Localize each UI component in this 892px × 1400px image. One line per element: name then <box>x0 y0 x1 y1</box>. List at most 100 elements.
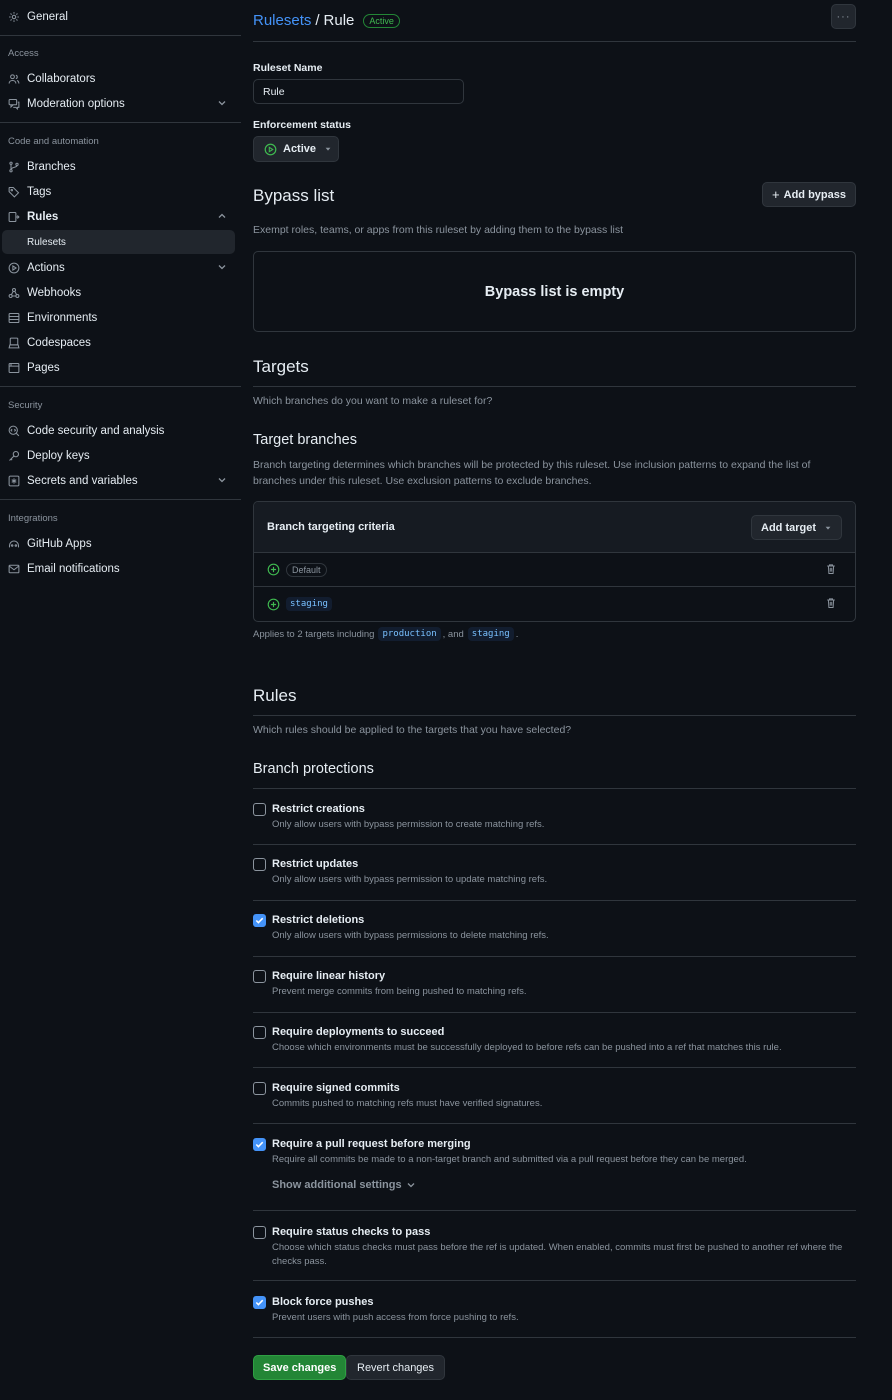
sidebar-heading-access: Access <box>8 48 39 59</box>
rule-description: Only allow users with bypass permissions… <box>272 930 549 941</box>
sidebar-divider <box>0 35 241 36</box>
sidebar-item-general[interactable]: General <box>0 4 241 29</box>
divider <box>253 715 856 716</box>
sidebar-item-label: Actions <box>27 261 65 274</box>
enforcement-status-value: Active <box>283 143 317 155</box>
sidebar-item-secrets[interactable]: Secrets and variables <box>0 468 241 493</box>
key-asterisk-icon <box>8 475 20 487</box>
sidebar-item-label: Email notifications <box>27 562 120 575</box>
play-circle-icon <box>8 262 20 274</box>
rule-description: Choose which status checks must pass bef… <box>272 1242 843 1267</box>
plus-icon: + <box>772 187 780 202</box>
rule-checkbox[interactable] <box>253 1026 266 1039</box>
rule-title: Restrict deletions <box>272 914 365 926</box>
sidebar-item-label: Environments <box>27 311 98 324</box>
sidebar-item-github-apps[interactable]: GitHub Apps <box>0 531 241 556</box>
rule-require-deployments: Require deployments to succeed Choose wh… <box>253 1013 856 1068</box>
sidebar-heading-code-automation: Code and automation <box>8 136 99 147</box>
plus-circle-icon <box>267 563 280 576</box>
trash-icon[interactable] <box>825 597 837 609</box>
ruleset-name-input[interactable] <box>253 79 464 104</box>
sidebar-divider <box>0 499 241 500</box>
sidebar-item-actions[interactable]: Actions <box>0 255 241 280</box>
rule-restrict-updates: Restrict updates Only allow users with b… <box>253 845 856 901</box>
sidebar-item-label: Collaborators <box>27 72 96 85</box>
sidebar-item-collaborators[interactable]: Collaborators <box>0 66 241 91</box>
triangle-down-icon <box>825 526 831 530</box>
sidebar-item-rulesets[interactable]: Rulesets <box>2 230 235 254</box>
add-target-button[interactable]: Add target <box>751 515 842 540</box>
rule-checkbox[interactable] <box>253 1296 266 1309</box>
rule-checkbox[interactable] <box>253 803 266 816</box>
sidebar-item-deploy-keys[interactable]: Deploy keys <box>0 443 241 468</box>
sidebar-item-environments[interactable]: Environments <box>0 305 241 330</box>
rule-restrict-deletions: Restrict deletions Only allow users with… <box>253 901 856 957</box>
rule-description: Choose which environments must be succes… <box>272 1042 782 1053</box>
show-additional-settings-button[interactable]: Show additional settings <box>272 1179 416 1191</box>
play-circle-icon <box>264 143 277 155</box>
kebab-menu-button[interactable]: ··· <box>831 4 856 29</box>
default-branch-pill: Default <box>286 562 327 577</box>
people-icon <box>8 73 20 85</box>
check-icon <box>255 917 264 924</box>
bypass-list-empty-state: Bypass list is empty <box>253 251 856 332</box>
save-changes-button[interactable]: Save changes <box>253 1355 347 1380</box>
rule-checkbox[interactable] <box>253 1138 266 1151</box>
bypass-list-heading: Bypass list <box>253 186 335 205</box>
rule-title: Require deployments to succeed <box>272 1026 445 1038</box>
targets-description: Which branches do you want to make a rul… <box>253 395 493 407</box>
add-bypass-button[interactable]: + Add bypass <box>762 182 856 207</box>
rule-checkbox[interactable] <box>253 1082 266 1095</box>
enforcement-status-dropdown[interactable]: Active <box>253 136 339 162</box>
rule-checkbox[interactable] <box>253 914 266 927</box>
apps-icon <box>8 538 20 550</box>
sidebar-item-codespaces[interactable]: Codespaces <box>0 330 241 355</box>
breadcrumb-rulesets-link[interactable]: Rulesets <box>253 12 311 29</box>
add-target-label: Add target <box>761 521 816 534</box>
kebab-horizontal-icon: ··· <box>836 10 851 23</box>
sidebar-item-label: Moderation options <box>27 97 125 110</box>
revert-changes-button[interactable]: Revert changes <box>346 1355 446 1380</box>
rule-pull-request: Require a pull request before merging Re… <box>253 1124 856 1211</box>
codescan-icon <box>8 425 20 437</box>
target-branches-description: Branch targeting determines which branch… <box>253 459 811 487</box>
sidebar-item-tags[interactable]: Tags <box>0 179 241 204</box>
sidebar-item-label: Branches <box>27 160 76 173</box>
chevron-down-icon <box>218 265 226 270</box>
plus-circle-icon <box>267 598 280 610</box>
sidebar-item-pages[interactable]: Pages <box>0 355 241 380</box>
sidebar-item-branches[interactable]: Branches <box>0 154 241 179</box>
trash-icon[interactable] <box>825 563 837 575</box>
rule-checkbox[interactable] <box>253 858 266 871</box>
bypass-description: Exempt roles, teams, or apps from this r… <box>253 224 624 236</box>
branch-pattern-pill: staging <box>286 597 332 611</box>
status-badge: Active <box>363 13 400 28</box>
rule-description: Only allow users with bypass permission … <box>272 819 545 830</box>
sidebar-item-label: Rules <box>27 210 59 223</box>
chevron-up-icon <box>218 213 226 218</box>
bypass-empty-text: Bypass list is empty <box>484 283 625 300</box>
sidebar-item-rules[interactable]: Rules <box>0 204 241 229</box>
git-branch-icon <box>8 161 20 173</box>
sidebar-heading-security: Security <box>8 400 43 411</box>
branch-targeting-title: Branch targeting criteria <box>267 521 395 533</box>
comment-discussion-icon <box>8 98 20 110</box>
branch-protections-heading: Branch protections <box>253 761 374 777</box>
rule-checkbox[interactable] <box>253 970 266 983</box>
rule-checkbox[interactable] <box>253 1226 266 1239</box>
sidebar-divider <box>0 386 241 387</box>
rule-title: Require linear history <box>272 970 386 982</box>
rule-restrict-creations: Restrict creations Only allow users with… <box>253 789 856 845</box>
sidebar-item-moderation[interactable]: Moderation options <box>0 91 241 116</box>
rule-title: Restrict updates <box>272 858 359 870</box>
sidebar-item-email-notifications[interactable]: Email notifications <box>0 556 241 581</box>
sidebar-item-code-security[interactable]: Code security and analysis <box>0 418 241 443</box>
sidebar-item-webhooks[interactable]: Webhooks <box>0 280 241 305</box>
page-title: Rule <box>323 12 355 29</box>
webhook-icon <box>8 287 20 299</box>
codespaces-icon <box>8 337 20 349</box>
ruleset-name-label: Ruleset Name <box>253 62 323 74</box>
breadcrumb-separator: / <box>315 12 320 29</box>
rules-heading: Rules <box>253 686 297 705</box>
rule-title: Require a pull request before merging <box>272 1138 471 1150</box>
